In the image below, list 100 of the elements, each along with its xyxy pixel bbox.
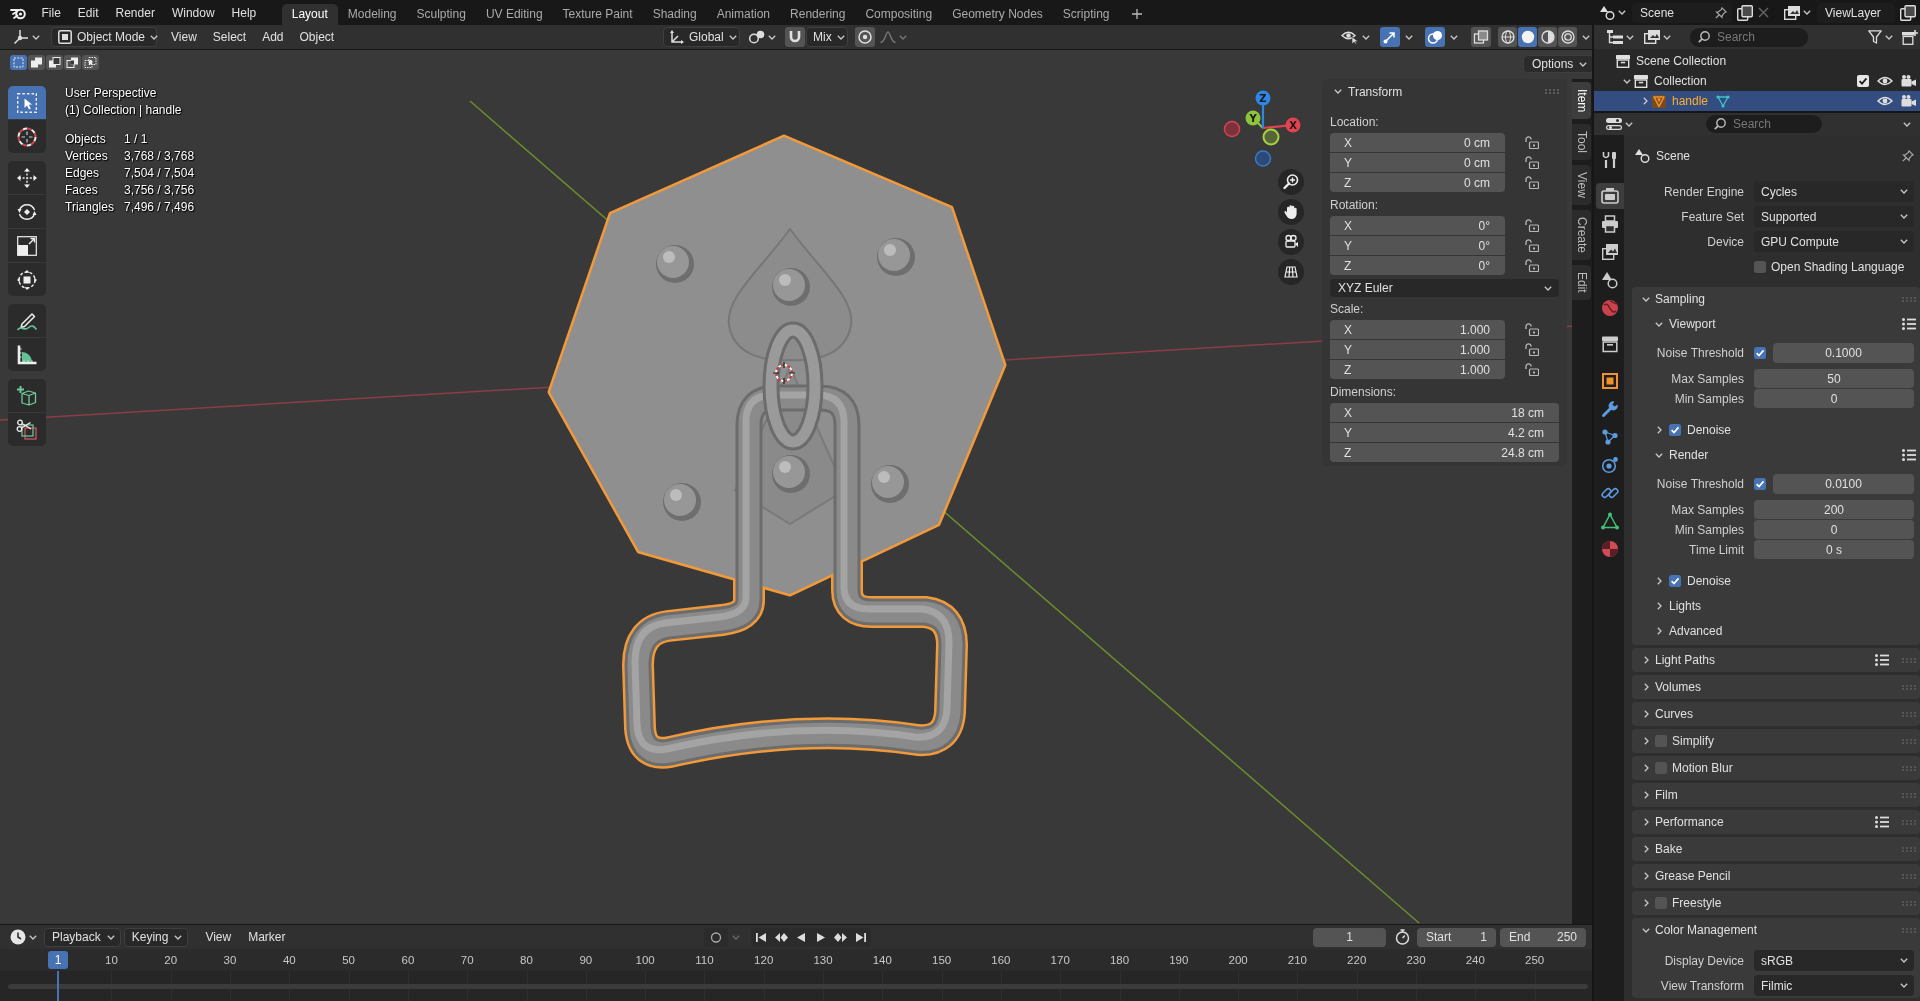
add-icon[interactable] [1131, 9, 1142, 19]
panel-header[interactable]: Light Paths [1632, 648, 1920, 672]
eye-icon[interactable] [1877, 75, 1893, 87]
number-field[interactable]: Z 0° [1330, 256, 1505, 275]
chevron-icon[interactable] [1623, 78, 1631, 84]
snap-target-dropdown[interactable]: Mix [806, 27, 848, 47]
menu-item[interactable]: Help [223, 2, 265, 23]
padlock-icon[interactable] [1525, 343, 1539, 356]
sidebar-tab[interactable]: Create [1572, 210, 1591, 261]
dropdown[interactable]: Supported [1754, 206, 1914, 227]
menu-item[interactable]: View [197, 930, 240, 944]
grip-icon[interactable] [1902, 873, 1916, 879]
panel-header[interactable]: Motion Blur [1632, 756, 1920, 780]
menu-item[interactable]: Window [163, 2, 224, 23]
grip-icon[interactable] [1902, 765, 1916, 771]
checkbox-icon[interactable] [1655, 735, 1667, 747]
workspace-tab[interactable]: Sculpting [406, 4, 476, 25]
workspace-tab[interactable]: Compositing [855, 4, 943, 25]
number-field[interactable]: Y 4.2 cm [1330, 423, 1559, 442]
dropdown[interactable]: Filmic [1754, 975, 1914, 996]
padlock-icon[interactable] [1525, 259, 1539, 272]
padlock-icon[interactable] [1525, 219, 1539, 232]
padlock-icon[interactable] [1525, 136, 1539, 149]
current-frame-field[interactable]: 1 [1313, 927, 1386, 947]
menu-item[interactable]: Add [254, 27, 292, 47]
padlock-icon[interactable] [1525, 239, 1539, 252]
grip-icon[interactable] [1545, 89, 1559, 94]
number-field[interactable]: 0 [1754, 389, 1914, 408]
chevron-icon[interactable] [1903, 121, 1911, 127]
sidebar-tab[interactable]: Edit [1572, 265, 1591, 300]
dropdown[interactable]: GPU Compute [1754, 231, 1914, 252]
tool-button[interactable] [8, 161, 46, 194]
padlock-icon[interactable] [1525, 156, 1539, 169]
panel-header[interactable]: Simplify [1632, 729, 1920, 753]
magnet-icon[interactable] [785, 27, 805, 47]
dropdown[interactable]: sRGB [1754, 950, 1914, 971]
menu-item[interactable]: Marker [240, 930, 294, 944]
options-dropdown[interactable]: Options [1523, 55, 1592, 73]
number-field[interactable]: Z 24.8 cm [1330, 443, 1559, 462]
workspace-tab[interactable]: Texture Paint [552, 4, 643, 25]
view-layer-field[interactable]: ViewLayer [1817, 2, 1895, 23]
tool-button[interactable] [8, 229, 46, 262]
hand-icon[interactable] [1278, 199, 1304, 225]
panel-header[interactable]: Grease Pencil [1632, 864, 1920, 888]
checkbox-icon[interactable] [1655, 897, 1667, 909]
grip-icon[interactable] [1902, 846, 1916, 852]
triangle-mesh-icon[interactable] [1716, 94, 1731, 108]
tool-button[interactable] [8, 120, 46, 153]
tool-button[interactable] [8, 338, 46, 371]
editor-type-button[interactable] [1607, 27, 1634, 47]
number-field[interactable]: 0 s [1754, 540, 1914, 559]
number-field[interactable]: X 0 cm [1330, 133, 1505, 152]
padlock-icon[interactable] [1525, 176, 1539, 189]
checkbox-icon[interactable] [1857, 75, 1869, 87]
workspace-tab[interactable]: Modeling [337, 4, 407, 25]
padlock-icon[interactable] [1525, 363, 1539, 376]
current-frame-indicator[interactable]: 1 [48, 951, 68, 969]
tool-button[interactable] [8, 413, 46, 446]
panel-header[interactable]: Sampling [1632, 287, 1920, 311]
end-frame-field[interactable]: End 250 [1500, 927, 1586, 947]
start-frame-field[interactable]: Start 1 [1417, 927, 1496, 947]
duplicate-icon[interactable] [1737, 4, 1753, 21]
menu-dropdown[interactable]: Keying [123, 927, 189, 947]
wireframe-sphere-icon[interactable] [1498, 27, 1517, 47]
workspace-tab[interactable]: Scripting [1052, 4, 1120, 25]
camera-icon[interactable] [1901, 95, 1916, 107]
outliner-item[interactable]: Collection [1594, 71, 1920, 91]
search-field[interactable]: Search [1690, 27, 1808, 47]
mode-dropdown[interactable]: Object Mode [51, 27, 157, 47]
number-field[interactable]: 0 [1754, 520, 1914, 539]
search-field[interactable]: Search [1706, 115, 1822, 133]
panel-header[interactable]: Lights [1632, 594, 1920, 618]
grip-icon[interactable] [1902, 684, 1916, 690]
grip-icon[interactable] [1902, 296, 1916, 302]
grip-icon[interactable] [1902, 711, 1916, 717]
workspace-tab[interactable]: Animation [706, 4, 781, 25]
eye-icon[interactable] [1877, 95, 1893, 107]
number-field[interactable]: Y 0 cm [1330, 153, 1505, 172]
panel-header[interactable]: Freestyle [1632, 891, 1920, 915]
number-field[interactable]: 0.0100 [1773, 474, 1914, 494]
checkbox-icon[interactable] [1669, 424, 1681, 436]
subtract-selection-icon[interactable] [46, 55, 63, 70]
properties-tab[interactable] [1596, 183, 1624, 209]
menu-item[interactable]: Render [107, 2, 164, 23]
panel-header[interactable]: Transform [1330, 79, 1559, 104]
pin-icon[interactable] [1902, 150, 1914, 162]
workspace-tab[interactable]: Shading [642, 4, 707, 25]
workspace-tab[interactable]: Geometry Nodes [942, 4, 1053, 25]
workspace-tab[interactable]: Rendering [780, 4, 856, 25]
menu-item[interactable]: View [163, 27, 205, 47]
editor-type-button[interactable] [10, 927, 37, 947]
grip-icon[interactable] [1902, 657, 1916, 663]
grip-icon[interactable] [1902, 792, 1916, 798]
scrollbar[interactable] [8, 984, 1588, 989]
presets-icon[interactable] [1875, 816, 1889, 828]
display-mode-button[interactable] [1644, 27, 1671, 47]
number-field[interactable]: Z 1.000 [1330, 360, 1505, 379]
checkbox-icon[interactable] [1669, 575, 1681, 587]
presets-icon[interactable] [1902, 449, 1916, 461]
duplicate-icon[interactable] [1900, 4, 1916, 21]
